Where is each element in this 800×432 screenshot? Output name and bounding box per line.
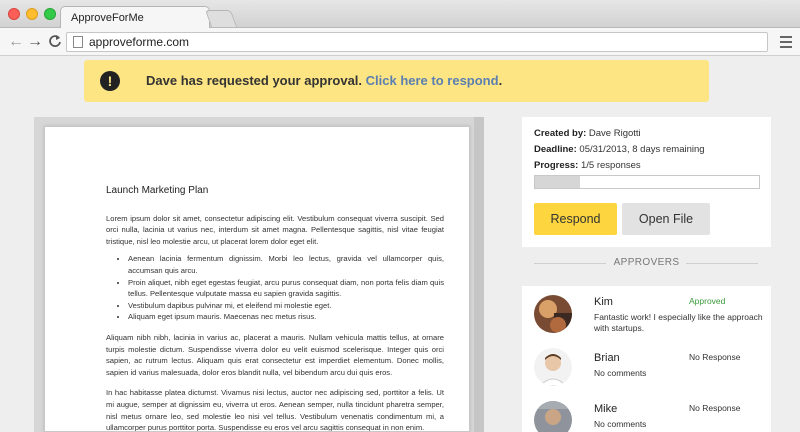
approver-comment: No comments (594, 419, 647, 429)
progress-bar-fill (535, 176, 580, 188)
approvers-heading: APPROVERS (522, 257, 771, 271)
request-details-card: Created by: Dave Rigotti Deadline: 05/31… (522, 117, 771, 247)
forward-arrow-icon[interactable]: → (27, 33, 43, 51)
banner-suffix: . (498, 73, 503, 88)
approval-banner: ! Dave has requested your approval. Clic… (84, 60, 709, 102)
banner-message: Dave has requested your approval. Click … (146, 73, 502, 88)
approver-status: No Response (689, 352, 741, 362)
banner-text: Dave has requested your approval. (146, 73, 366, 88)
avatar (534, 348, 572, 386)
respond-button[interactable]: Respond (534, 203, 617, 235)
progress-bar (534, 175, 760, 189)
back-arrow-icon[interactable]: ← (8, 33, 24, 51)
document-scrollbar[interactable] (474, 117, 484, 432)
deadline-row: Deadline: 05/31/2013, 8 days remaining (534, 144, 705, 155)
document-bullet: Aliquam eget ipsum mauris. Maecenas nec … (128, 311, 444, 323)
document-bullet: Aenean lacinia fermentum dignissim. Morb… (128, 253, 444, 276)
exclamation-icon: ! (100, 71, 120, 91)
minimize-window-button[interactable] (26, 8, 38, 20)
approvers-list: Kim Approved Fantastic work! I especiall… (522, 286, 771, 432)
created-by-value: Dave Rigotti (588, 128, 641, 139)
approver-comment: Fantastic work! I especially like the ap… (594, 312, 763, 333)
deadline-value: 05/31/2013, 8 days remaining (579, 144, 705, 155)
reload-icon[interactable] (48, 33, 62, 54)
window-titlebar: ApproveForMe (0, 0, 800, 29)
approver-name: Brian (594, 352, 620, 364)
avatar (534, 295, 572, 333)
deadline-label: Deadline: (534, 144, 577, 155)
tab-title: ApproveForMe (71, 12, 144, 24)
divider (686, 263, 758, 264)
address-text: approveforme.com (89, 35, 190, 49)
document-paragraph: Aliquam nibh nibh, lacinia in varius ac,… (106, 332, 444, 377)
approver-status: No Response (689, 403, 741, 413)
new-tab-button[interactable] (204, 10, 238, 27)
close-window-button[interactable] (8, 8, 20, 20)
document-bullet-list: Aenean lacinia fermentum dignissim. Morb… (128, 253, 444, 323)
approver-name: Kim (594, 296, 613, 308)
page-icon (73, 36, 83, 48)
respond-link[interactable]: Click here to respond (366, 73, 499, 88)
document-page: Launch Marketing Plan Lorem ipsum dolor … (44, 126, 470, 432)
created-by-row: Created by: Dave Rigotti (534, 128, 641, 139)
zoom-window-button[interactable] (44, 8, 56, 20)
browser-tab[interactable]: ApproveForMe (60, 6, 210, 29)
avatar (534, 401, 572, 432)
progress-row: Progress: 1/5 responses (534, 160, 641, 171)
document-bullet: Vestibulum dapibus pulvinar mi, et eleif… (128, 300, 444, 312)
approver-status: Approved (689, 296, 726, 306)
browser-toolbar: ← → approveforme.com (0, 28, 800, 56)
document-bullet: Proin aliquet, nibh eget egestas feugiat… (128, 277, 444, 300)
approver-name: Mike (594, 403, 618, 415)
progress-label: Progress: (534, 160, 579, 171)
menu-icon[interactable] (780, 36, 792, 51)
created-by-label: Created by: (534, 128, 587, 139)
approver-comment: No comments (594, 368, 647, 378)
document-paragraph: In hac habitasse platea dictumst. Vivamu… (106, 388, 444, 432)
document-paragraph: Lorem ipsum dolor sit amet, consectetur … (106, 213, 444, 246)
document-title: Launch Marketing Plan (106, 185, 209, 196)
open-file-button[interactable]: Open File (622, 203, 710, 235)
progress-value: 1/5 responses (581, 160, 641, 171)
document-viewer: Launch Marketing Plan Lorem ipsum dolor … (34, 117, 484, 432)
address-bar[interactable]: approveforme.com (66, 32, 768, 52)
